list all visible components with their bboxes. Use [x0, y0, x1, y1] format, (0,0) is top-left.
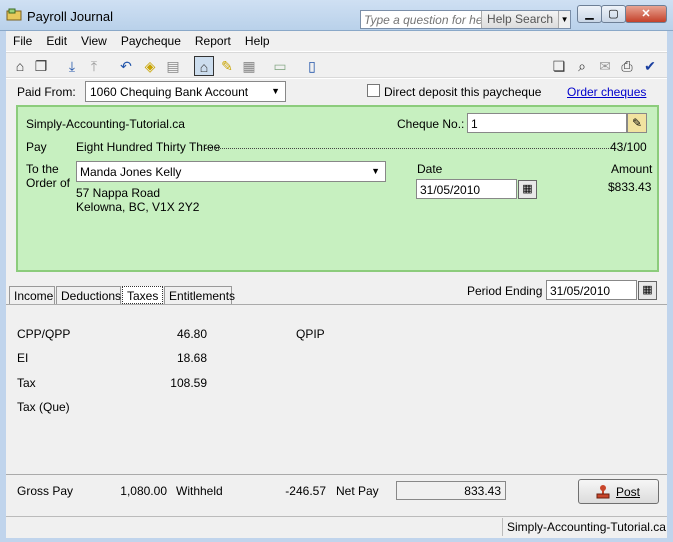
ei-label: EI — [17, 351, 29, 365]
paid-from-select[interactable]: 1060 Chequing Bank Account ▼ — [85, 81, 286, 102]
tab-taxes[interactable]: Taxes — [122, 286, 163, 304]
paycheque-icon[interactable]: ⌂ — [194, 56, 214, 76]
check-icon[interactable]: ✔ — [640, 56, 660, 76]
gross-pay-value: 1,080.00 — [120, 484, 167, 498]
cheque-number-icon[interactable]: ✎ — [627, 113, 647, 133]
status-text: Simply-Accounting-Tutorial.ca — [507, 520, 666, 534]
cents-text: 43/100 — [610, 140, 647, 154]
amount-in-words: Eight Hundred Thirty Three — [76, 140, 221, 154]
footer-divider — [6, 474, 667, 475]
paid-from-value: 1060 Chequing Bank Account — [90, 85, 249, 99]
note-icon[interactable]: ▭ — [270, 56, 290, 76]
menu-bar: File Edit View Paycheque Report Help — [6, 31, 667, 51]
phone-icon[interactable]: ▯ — [302, 56, 322, 76]
order-of-label: Order of — [26, 176, 71, 190]
period-ending-label: Period Ending — [467, 284, 543, 298]
tab-entitlements[interactable]: Entitlements — [164, 286, 235, 304]
to-the-label: To the — [26, 162, 59, 176]
order-cheques-link[interactable]: Order cheques — [567, 85, 646, 99]
window-title: Payroll Journal — [27, 9, 113, 24]
cpp-value: 46.80 — [176, 327, 207, 341]
menu-help[interactable]: Help — [238, 31, 277, 51]
gross-pay-label: Gross Pay — [17, 484, 74, 498]
home-icon[interactable]: ⌂ — [10, 56, 30, 76]
cheque-no-value: 1 — [471, 117, 478, 131]
menu-report[interactable]: Report — [188, 31, 238, 51]
cheque-date-input[interactable]: 31/05/2010 — [416, 179, 517, 199]
menu-edit[interactable]: Edit — [39, 31, 74, 51]
net-pay-label: Net Pay — [336, 484, 379, 498]
ei-value: 18.68 — [176, 351, 207, 365]
tax-que-label: Tax (Que) — [17, 400, 70, 414]
cheque-amount: $833.43 — [608, 180, 652, 194]
toolbar: ⌂ ❐ ⤓ ⤒ ↶ ◈ ▤ ⌂ ✎ ▦ ▭ ▯ ❏ ⌕ ✉ ⎙ ✔ — [6, 52, 667, 78]
net-pay-value: 833.43 — [464, 484, 501, 498]
payee-select[interactable]: Manda Jones Kelly ▼ — [76, 161, 386, 182]
help-dropdown-icon[interactable]: ▼ — [558, 11, 570, 28]
preview-icon[interactable]: ⌕ — [572, 56, 592, 76]
lookup-icon[interactable]: ▤ — [163, 56, 183, 76]
net-pay-field: 833.43 — [396, 481, 506, 500]
calendar-icon[interactable]: ▦ — [518, 180, 537, 199]
maximize-icon[interactable]: ▢ — [601, 5, 626, 23]
chevron-down-icon: ▼ — [371, 166, 380, 176]
withheld-label: Withheld — [176, 484, 223, 498]
upload-icon[interactable]: ⤒ — [84, 56, 104, 76]
direct-deposit-checkbox[interactable] — [367, 84, 380, 97]
withheld-value: -246.57 — [285, 484, 326, 498]
status-divider — [502, 518, 503, 536]
minimize-icon[interactable]: ▁ — [577, 5, 602, 23]
restore-window-icon[interactable]: ❐ — [31, 56, 51, 76]
post-button-label: Post — [616, 485, 641, 499]
new-window-icon[interactable]: ❏ — [549, 56, 569, 76]
post-stamp-icon — [596, 485, 610, 499]
post-button[interactable]: Post — [578, 479, 659, 504]
cpp-label: CPP/QPP — [17, 327, 71, 341]
cheque-date-value: 31/05/2010 — [420, 183, 481, 197]
save-download-icon[interactable]: ⤓ — [62, 56, 82, 76]
cheque-no-label: Cheque No.: — [397, 117, 465, 131]
company-name: Simply-Accounting-Tutorial.ca — [26, 117, 185, 131]
pay-dotted-line — [205, 148, 609, 149]
amount-label: Amount — [611, 162, 653, 176]
period-ending-value: 31/05/2010 — [550, 284, 611, 298]
tab-panel — [6, 304, 667, 474]
date-label: Date — [417, 162, 443, 176]
payee-address-line1: 57 Nappa Road — [76, 186, 161, 200]
edit-tag-icon[interactable]: ✎ — [217, 56, 237, 76]
title-bar: Payroll Journal — [0, 0, 673, 31]
payroll-app-icon — [6, 8, 22, 21]
calendar-icon[interactable]: ▦ — [638, 281, 657, 300]
tag-icon[interactable]: ◈ — [140, 56, 160, 76]
help-search-box: Help Search ▼ — [360, 10, 571, 29]
paid-from-label: Paid From: — [17, 85, 76, 99]
calculator-icon[interactable]: ▦ — [239, 56, 259, 76]
undo-icon[interactable]: ↶ — [116, 56, 136, 76]
close-icon[interactable]: ✕ — [625, 5, 667, 23]
email-icon[interactable]: ✉ — [595, 56, 615, 76]
menu-paycheque[interactable]: Paycheque — [114, 31, 188, 51]
direct-deposit-label: Direct deposit this paycheque — [384, 85, 542, 99]
cheque-no-input[interactable]: 1 — [467, 113, 627, 133]
tax-value: 108.59 — [170, 376, 207, 390]
help-question-input[interactable] — [361, 11, 481, 28]
tab-income[interactable]: Income — [9, 286, 55, 304]
menu-view[interactable]: View — [74, 31, 114, 51]
menu-file[interactable]: File — [6, 31, 39, 51]
tab-deductions[interactable]: Deductions — [56, 286, 121, 304]
payee-address-line2: Kelowna, BC, V1X 2Y2 — [76, 200, 200, 214]
qpip-label: QPIP — [296, 327, 325, 341]
help-search-button[interactable]: Help Search — [481, 11, 559, 28]
payee-name: Manda Jones Kelly — [80, 165, 182, 179]
print-icon[interactable]: ⎙ — [617, 56, 637, 76]
chevron-down-icon: ▼ — [271, 86, 280, 96]
pay-label: Pay — [26, 140, 47, 154]
tax-label: Tax — [17, 376, 36, 390]
period-ending-input[interactable]: 31/05/2010 — [546, 280, 637, 300]
